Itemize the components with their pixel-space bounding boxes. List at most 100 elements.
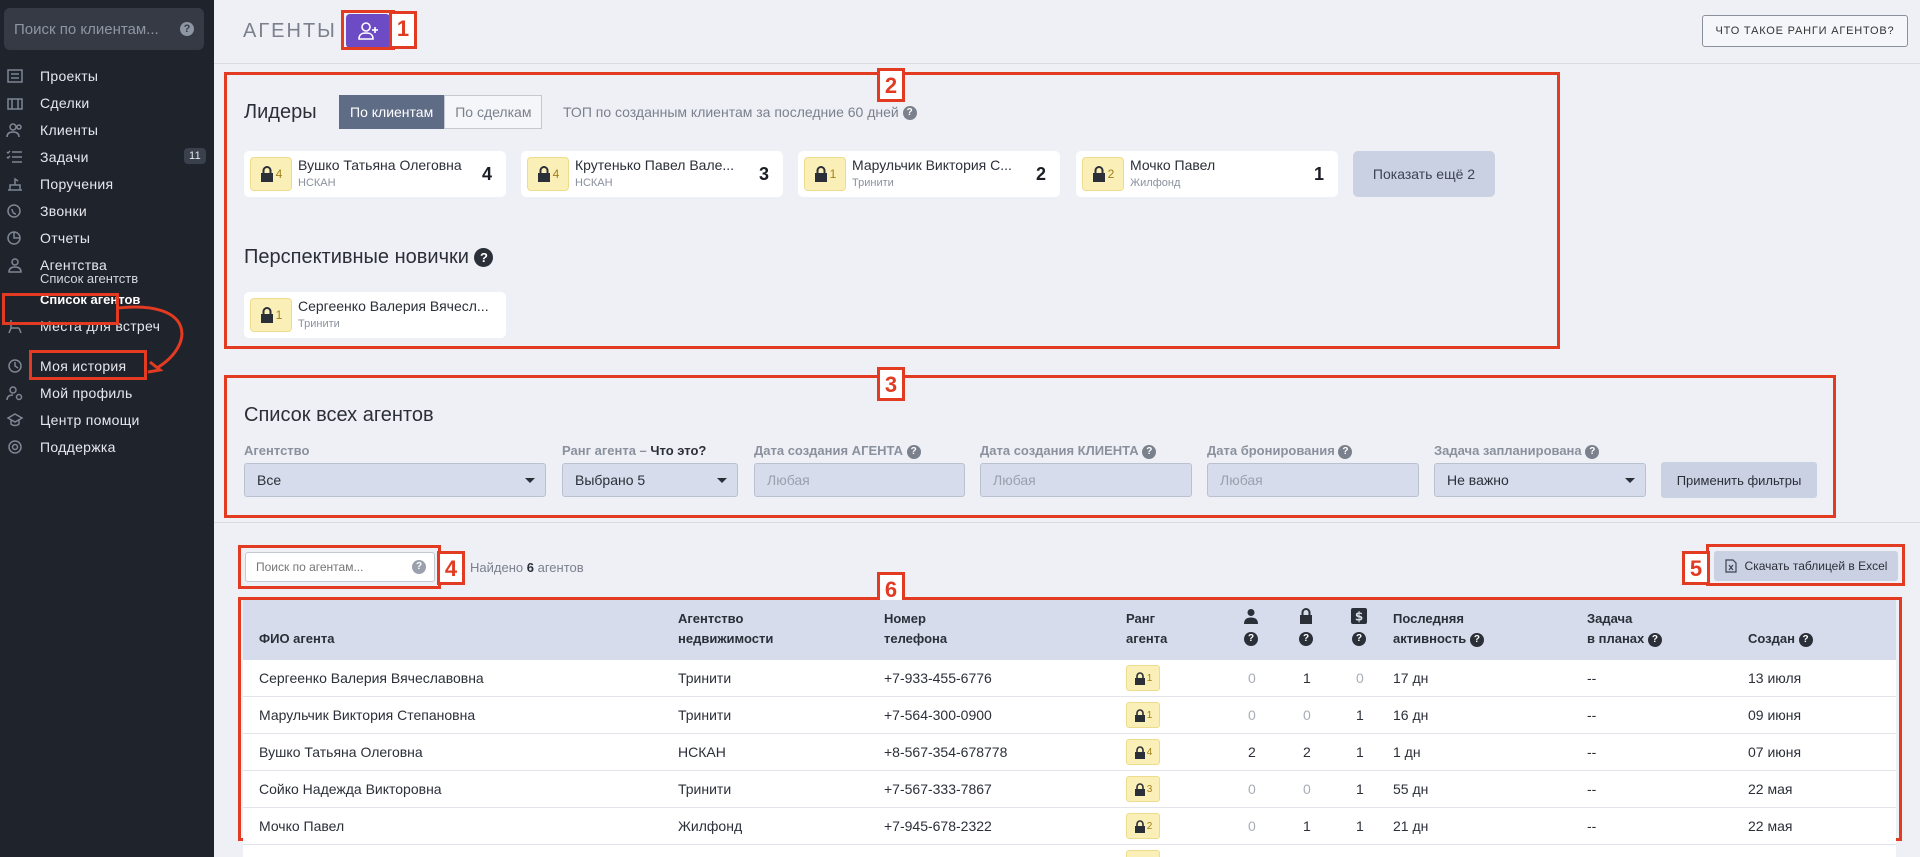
- booking-date-label-text: Дата бронирования: [1207, 443, 1335, 458]
- help-icon[interactable]: ?: [1585, 444, 1600, 459]
- show-more-button[interactable]: Показать ещё 2: [1353, 151, 1495, 197]
- leader-card[interactable]: 4 Крутенько Павел Вале... НСКАН 3: [521, 151, 783, 197]
- col-header-task-line1: Задача: [1587, 611, 1633, 626]
- help-center-icon: [6, 412, 24, 428]
- help-icon[interactable]: ?: [902, 106, 917, 121]
- table-row[interactable]: Сойко Надежда Викторовна Тринити +7-567-…: [243, 771, 1896, 808]
- rank-info-link[interactable]: Что это?: [650, 443, 706, 458]
- support-icon: [6, 439, 24, 455]
- newcomers-title: Перспективные новички ?: [244, 246, 494, 269]
- help-icon[interactable]: ?: [1798, 632, 1813, 647]
- leader-agency: НСКАН: [575, 177, 613, 189]
- col-header-agency[interactable]: Агентство недвижимости: [678, 609, 773, 649]
- bookings-count: 0: [1303, 707, 1311, 723]
- toggle-by-deals[interactable]: По сделкам: [444, 95, 543, 129]
- agent-name: Сойко Надежда Викторовна: [259, 781, 442, 797]
- toggle-by-clients[interactable]: По клиентам: [339, 95, 445, 129]
- rank-filter-label-text: Ранг агента –: [562, 443, 647, 458]
- col-header-activity-line1: Последняя: [1393, 611, 1464, 626]
- agent-rank: 3: [1126, 776, 1160, 802]
- task-filter-label-text: Задача запланирована: [1434, 443, 1582, 458]
- rank-value: 2: [1107, 167, 1115, 181]
- rank-filter-label: Ранг агента – Что это?: [562, 443, 706, 458]
- agent-agency: НСКАН: [678, 744, 726, 760]
- col-header-phone[interactable]: Номер телефона: [884, 609, 947, 649]
- rank-value: 3: [1146, 783, 1153, 795]
- sidebar-item-support[interactable]: Поддержка: [0, 433, 214, 461]
- help-icon[interactable]: ?: [906, 444, 921, 459]
- table-row[interactable]: Сергеенко Валерия Вячеславовна Тринити +…: [243, 660, 1896, 697]
- chevron-down-icon: [525, 478, 535, 483]
- table-row[interactable]: Марульчик Виктория Степановна Тринити +7…: [243, 697, 1896, 734]
- apply-filters-button[interactable]: Применить фильтры: [1661, 462, 1817, 498]
- last-activity: 1 дн: [1393, 744, 1421, 760]
- newcomers-title-text: Перспективные новички: [244, 246, 469, 268]
- last-activity: 17 дн: [1393, 670, 1429, 686]
- leader-score: 2: [1035, 164, 1046, 184]
- leader-card[interactable]: 1 Марульчик Виктория С... Тринити 2: [798, 151, 1060, 197]
- help-icon[interactable]: ?: [1469, 632, 1484, 647]
- table-row[interactable]: Мочко Павел Жилфонд +7-945-678-2322 2 0 …: [243, 808, 1896, 845]
- newcomer-agency: Тринити: [298, 318, 340, 330]
- rank-value: 2: [1146, 820, 1153, 832]
- agency-select[interactable]: Все: [244, 463, 546, 497]
- chevron-down-icon: [717, 478, 727, 483]
- help-icon[interactable]: ?: [1299, 632, 1313, 646]
- bookings-count: 2: [1303, 744, 1311, 760]
- booking-date-input[interactable]: Любая: [1207, 463, 1419, 497]
- col-header-phone-line1: Номер: [884, 611, 926, 626]
- newcomer-card[interactable]: 1 Сергеенко Валерия Вячесл... Тринити: [244, 292, 506, 338]
- planned-task: --: [1587, 670, 1597, 686]
- col-header-rank[interactable]: Ранг агента: [1126, 609, 1167, 649]
- planned-task: --: [1587, 818, 1597, 834]
- col-header-activity-line2: активность: [1393, 631, 1467, 646]
- col-header-task[interactable]: Задача в планах ?: [1587, 609, 1662, 649]
- callout-5-box: [1706, 544, 1905, 586]
- col-header-activity[interactable]: Последняя активность ?: [1393, 609, 1484, 649]
- deals-count: 1: [1356, 744, 1364, 760]
- leader-card[interactable]: 4 Вушко Татьяна Олеговна НСКАН 4: [244, 151, 506, 197]
- agent-name: Мочко Павел: [259, 818, 345, 834]
- rank-value: 1: [1146, 672, 1153, 684]
- lock-icon: [1134, 671, 1145, 685]
- agent-date-label: Дата создания АГЕНТА ?: [754, 443, 921, 459]
- sidebar-item-help-center[interactable]: Центр помощи: [0, 406, 214, 434]
- bookings-count: 1: [1303, 818, 1311, 834]
- callout-arrow-icon: [117, 305, 184, 374]
- agent-name: Марульчик Виктория Степановна: [259, 707, 476, 723]
- leader-name: Вушко Татьяна Олеговна: [298, 157, 462, 173]
- help-icon[interactable]: ?: [474, 248, 494, 268]
- leaders-hint: ТОП по созданным клиентам за последние 6…: [563, 104, 917, 121]
- leader-agency: НСКАН: [298, 177, 336, 189]
- help-icon[interactable]: ?: [1352, 632, 1366, 646]
- help-icon[interactable]: ?: [1338, 444, 1353, 459]
- callout-4-box: [238, 545, 441, 589]
- ranks-info-button[interactable]: ЧТО ТАКОЕ РАНГИ АГЕНТОВ?: [1702, 15, 1908, 47]
- col-header-agency-line1: Агентство: [678, 611, 744, 626]
- col-header-name[interactable]: ФИО агента: [259, 629, 335, 649]
- help-icon[interactable]: ?: [1244, 632, 1258, 646]
- rank-value: 1: [275, 308, 283, 322]
- help-icon[interactable]: ?: [1142, 444, 1157, 459]
- task-select[interactable]: Не важно: [1434, 463, 1646, 497]
- leader-card[interactable]: 2 Мочко Павел Жилфонд 1: [1076, 151, 1338, 197]
- agent-date-input[interactable]: Любая: [754, 463, 965, 497]
- last-activity: 16 дн: [1393, 707, 1429, 723]
- rank-chip: 4: [527, 157, 569, 191]
- leader-name: Крутенько Павел Вале...: [575, 157, 735, 173]
- rank-select[interactable]: Выбрано 5: [562, 463, 738, 497]
- client-date-input[interactable]: Любая: [980, 463, 1192, 497]
- planned-task: --: [1587, 744, 1597, 760]
- table-row[interactable]: Вушко Татьяна Олеговна НСКАН +8-567-354-…: [243, 734, 1896, 771]
- callout-2-number: 2: [877, 68, 905, 102]
- created-date: 07 июня: [1748, 744, 1802, 760]
- svg-text:$: $: [1355, 610, 1363, 624]
- callout-5-number: 5: [1682, 551, 1710, 585]
- lock-icon: [260, 307, 273, 323]
- found-count: 6: [526, 560, 534, 575]
- rank-value: 4: [1146, 746, 1153, 758]
- help-icon[interactable]: ?: [1647, 632, 1662, 647]
- chevron-down-icon: [1625, 478, 1635, 483]
- col-header-created[interactable]: Создан ?: [1748, 629, 1813, 649]
- sidebar-item-label: Поддержка: [40, 439, 116, 455]
